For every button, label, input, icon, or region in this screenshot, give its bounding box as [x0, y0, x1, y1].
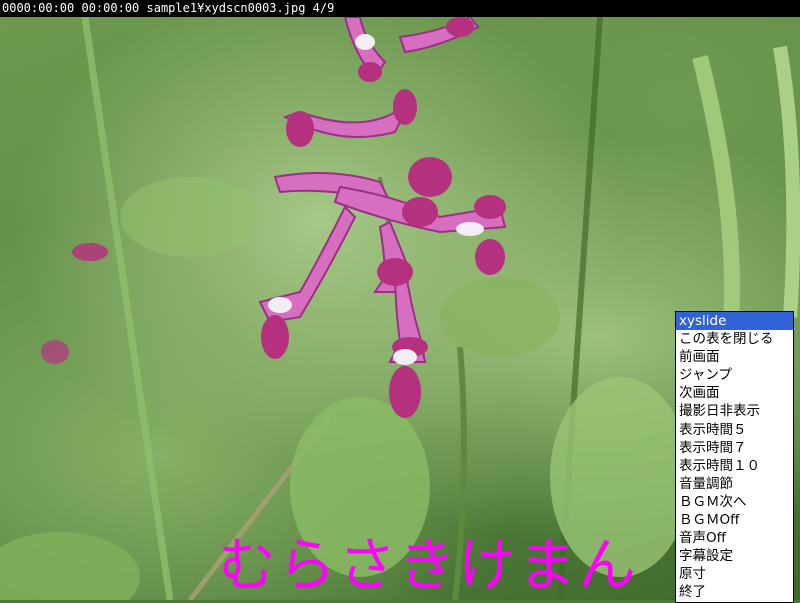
menu-item-display-time-7[interactable]: 表示時間７ [676, 439, 793, 457]
menu-item-hide-date[interactable]: 撮影日非表示 [676, 402, 793, 420]
menu-item-bgm-next[interactable]: ＢＧＭ次へ [676, 493, 793, 511]
menu-item-close-menu[interactable]: この表を閉じる [676, 330, 793, 348]
context-menu: xyslide この表を閉じる 前画面 ジャンプ 次画面 撮影日非表示 表示時間… [675, 311, 794, 603]
menu-item-jump[interactable]: ジャンプ [676, 366, 793, 384]
menu-item-exit[interactable]: 終了 [676, 583, 793, 601]
menu-item-voice-off[interactable]: 音声Off [676, 529, 793, 547]
menu-item-display-time-5[interactable]: 表示時間５ [676, 421, 793, 439]
menu-item-next[interactable]: 次画面 [676, 384, 793, 402]
menu-item-display-time-10[interactable]: 表示時間１０ [676, 457, 793, 475]
menu-item-original-size[interactable]: 原寸 [676, 565, 793, 583]
menu-item-previous[interactable]: 前画面 [676, 348, 793, 366]
menu-item-caption-settings[interactable]: 字幕設定 [676, 547, 793, 565]
menu-item-xyslide[interactable]: xyslide [676, 312, 793, 331]
menu-item-volume[interactable]: 音量調節 [676, 475, 793, 493]
status-bar: 0000:00:00 00:00:00 sample1¥xydscn0003.j… [0, 0, 800, 17]
caption-text: むらさきけまん [218, 531, 639, 599]
menu-item-bgm-off[interactable]: ＢＧＭOff [676, 511, 793, 529]
